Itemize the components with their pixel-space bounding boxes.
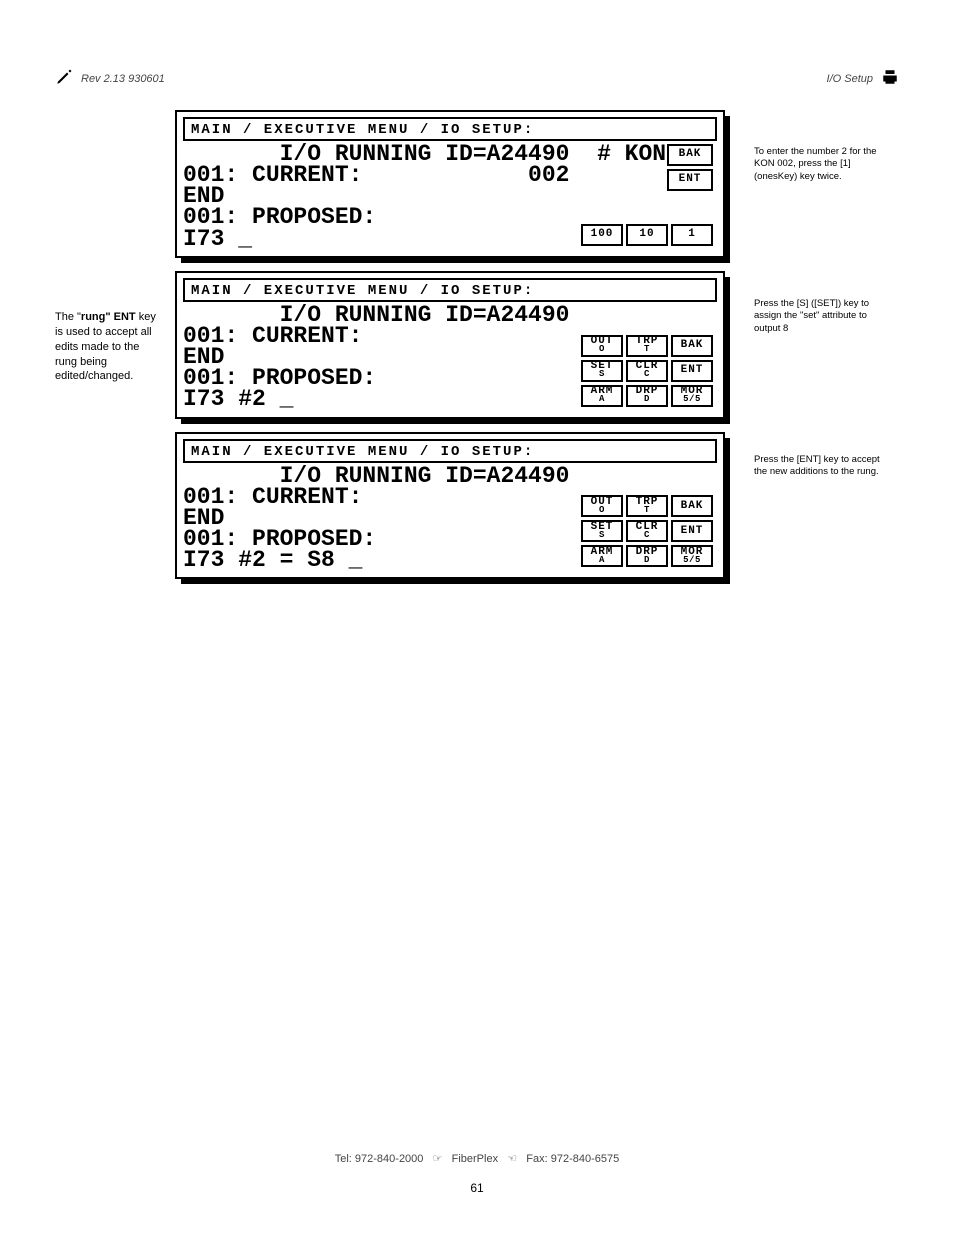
trp-button[interactable]: TRPT xyxy=(626,335,668,357)
header-right-text: I/O Setup xyxy=(827,73,873,85)
page-header: Rev 2.13 930601 I/O Setup xyxy=(55,68,899,89)
screen-1: MAIN / EXECUTIVE MENU / IO SETUP: I/O RU… xyxy=(175,110,725,258)
mor-button[interactable]: MOR5/5 xyxy=(671,385,713,407)
side-note: The "rung" ENT key is used to accept all… xyxy=(55,310,160,384)
breadcrumb: MAIN / EXECUTIVE MENU / IO SETUP: xyxy=(183,278,717,302)
breadcrumb: MAIN / EXECUTIVE MENU / IO SETUP: xyxy=(183,439,717,463)
ent-button[interactable]: ENT xyxy=(667,169,713,191)
breadcrumb-text: MAIN / EXECUTIVE MENU / IO SETUP: xyxy=(191,122,534,138)
breadcrumb: MAIN / EXECUTIVE MENU / IO SETUP: xyxy=(183,117,717,141)
bak-button[interactable]: BAK xyxy=(671,495,713,517)
sidenote-prefix: The " xyxy=(55,311,81,323)
one-button[interactable]: 1 xyxy=(671,224,713,246)
footer-fax: Fax: 972-840-6575 xyxy=(526,1153,619,1165)
lcd-line: I73 #2 _ xyxy=(183,386,293,412)
arm-button[interactable]: ARMA xyxy=(581,545,623,567)
sidenote-bold: rung" ENT xyxy=(81,311,136,323)
ent-button[interactable]: ENT xyxy=(671,520,713,542)
drp-button[interactable]: DRPD xyxy=(626,545,668,567)
set-button[interactable]: SETS xyxy=(581,520,623,542)
set-button[interactable]: SETS xyxy=(581,360,623,382)
keypad-bottom: 100 10 1 xyxy=(581,224,713,246)
bak-button[interactable]: BAK xyxy=(667,144,713,166)
header-left-text: Rev 2.13 930601 xyxy=(81,73,165,85)
drp-button[interactable]: DRPD xyxy=(626,385,668,407)
bak-button[interactable]: BAK xyxy=(671,335,713,357)
page-number: 61 xyxy=(0,1181,954,1195)
keypad: OUTO TRPT BAK SETS CLRC ENT ARMA DRPD MO… xyxy=(581,495,713,567)
screens-column: MAIN / EXECUTIVE MENU / IO SETUP: I/O RU… xyxy=(175,110,725,592)
keypad: OUTO TRPT BAK SETS CLRC ENT ARMA DRPD MO… xyxy=(581,335,713,407)
callout-bubble-3: Press the [ENT] key to accept the new ad… xyxy=(742,444,906,489)
ent-button[interactable]: ENT xyxy=(671,360,713,382)
keypad-top: BAK ENT xyxy=(667,144,713,191)
out-button[interactable]: OUTO xyxy=(581,335,623,357)
clr-button[interactable]: CLRC xyxy=(626,360,668,382)
breadcrumb-text: MAIN / EXECUTIVE MENU / IO SETUP: xyxy=(191,444,534,460)
lcd-line: 001: CURRENT: 002 xyxy=(183,162,569,188)
hundred-button[interactable]: 100 xyxy=(581,224,623,246)
footer-tel: Tel: 972-840-2000 xyxy=(335,1153,424,1165)
printer-icon xyxy=(881,68,899,89)
footer-brand: FiberPlex xyxy=(452,1153,498,1165)
trp-button[interactable]: TRPT xyxy=(626,495,668,517)
clr-button[interactable]: CLRC xyxy=(626,520,668,542)
screen-3: MAIN / EXECUTIVE MENU / IO SETUP: I/O RU… xyxy=(175,432,725,580)
arm-button[interactable]: ARMA xyxy=(581,385,623,407)
mor-button[interactable]: MOR5/5 xyxy=(671,545,713,567)
pencil-icon xyxy=(55,68,73,89)
ten-button[interactable]: 10 xyxy=(626,224,668,246)
callout-bubble-2: Press the [S] ([SET]) key to assign the … xyxy=(742,288,906,345)
breadcrumb-text: MAIN / EXECUTIVE MENU / IO SETUP: xyxy=(191,283,534,299)
out-button[interactable]: OUTO xyxy=(581,495,623,517)
lcd-line: I73 #2 = S8 _ xyxy=(183,547,362,573)
screen-2: MAIN / EXECUTIVE MENU / IO SETUP: I/O RU… xyxy=(175,271,725,419)
lcd-line: I73 _ xyxy=(183,226,252,252)
page-footer: Tel: 972-840-2000 ☞ FiberPlex ☜ Fax: 972… xyxy=(0,1152,954,1165)
callout-bubble-1: To enter the number 2 for the KON 002, p… xyxy=(742,136,906,193)
